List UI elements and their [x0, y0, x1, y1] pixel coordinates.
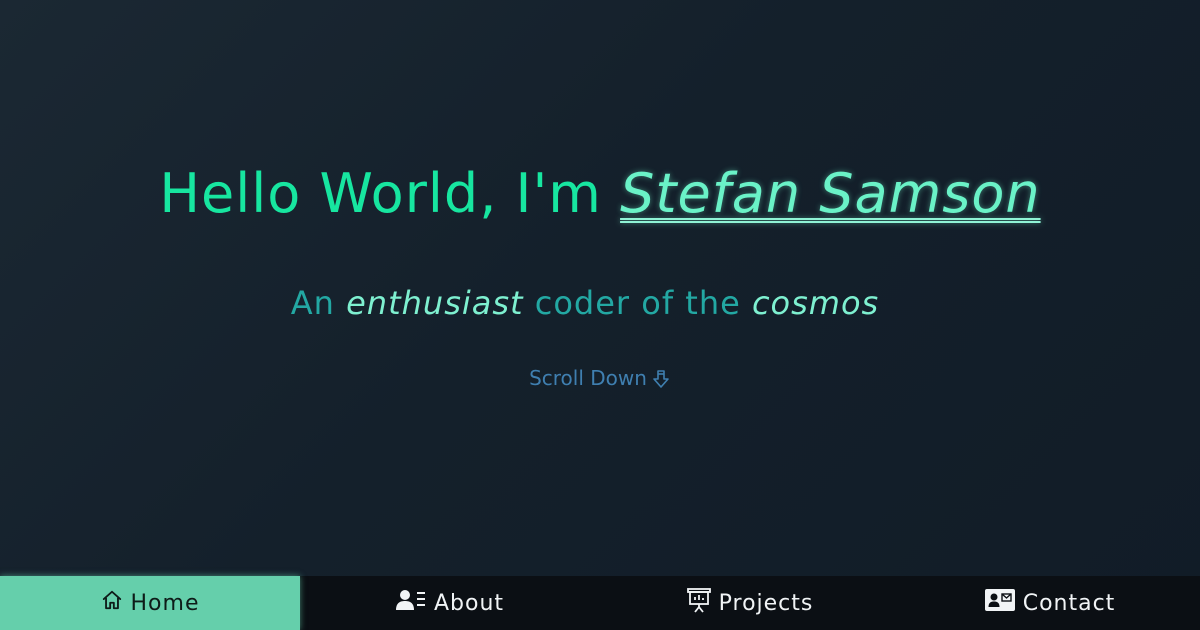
- arrow-down-icon: [651, 369, 671, 394]
- bottom-nav: Home About Projects Contact: [0, 576, 1200, 630]
- nav-item-label: Contact: [1022, 590, 1116, 616]
- nav-item-label: About: [433, 590, 505, 616]
- user-details-icon: [395, 589, 434, 617]
- nav-item-projects[interactable]: Projects: [600, 576, 900, 630]
- tagline-text: An: [290, 284, 347, 322]
- tagline-text: coder of the: [523, 284, 752, 322]
- nav-item-contact[interactable]: Contact: [900, 576, 1200, 630]
- nav-item-label: Projects: [718, 590, 814, 616]
- name-link[interactable]: Stefan Samson: [620, 162, 1041, 225]
- tagline-emphasis: enthusiast: [346, 284, 524, 322]
- presentation-icon: [686, 587, 719, 619]
- home-icon: [101, 589, 131, 617]
- hero-headline: Hello World, I'm Stefan Samson: [0, 162, 1200, 225]
- greeting-text: Hello World, I'm: [159, 162, 621, 225]
- hero-tagline: An enthusiast coder of the cosmos: [0, 284, 1170, 322]
- nav-item-home[interactable]: Home: [0, 576, 300, 630]
- tagline-emphasis: cosmos: [751, 284, 880, 322]
- nav-item-about[interactable]: About: [300, 576, 600, 630]
- contact-card-icon: [984, 589, 1023, 617]
- nav-item-label: Home: [130, 590, 200, 616]
- hero-section: Hello World, I'm Stefan Samson An enthus…: [0, 0, 1200, 576]
- scroll-down-link[interactable]: Scroll Down: [0, 366, 1200, 394]
- scroll-down-label: Scroll Down: [529, 366, 647, 390]
